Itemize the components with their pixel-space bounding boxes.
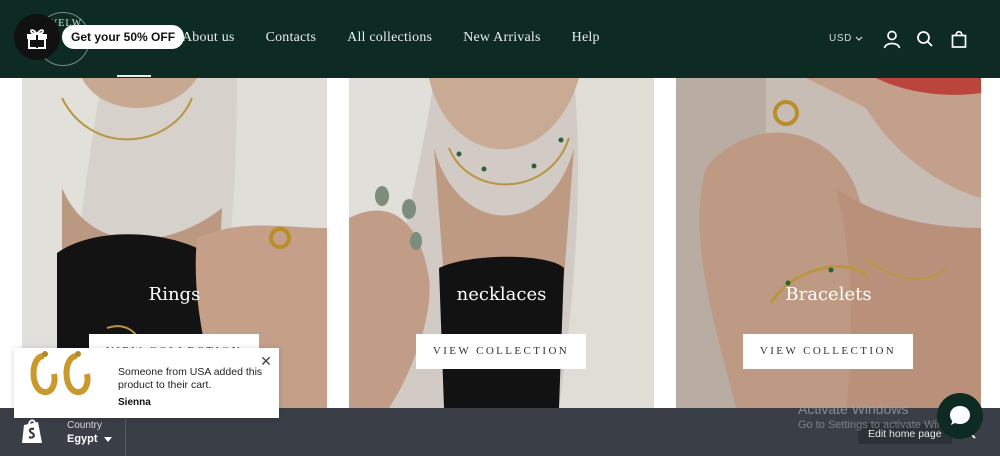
collection-title: Bracelets [785,284,872,305]
nav-help[interactable]: Help [572,30,600,46]
account-icon[interactable] [882,29,902,49]
nav-active-indicator [117,75,151,77]
main-nav: About us Contacts All collections New Ar… [182,30,600,46]
product-thumbnail [22,348,112,418]
chevron-down-icon [855,36,863,41]
collection-card-necklaces[interactable]: necklaces VIEW COLLECTION [349,78,654,408]
popup-message: Someone from USA added this product to t… [118,366,263,391]
nav-about-us[interactable]: About us [182,30,235,46]
activate-windows-title: Activate Windows [798,401,909,417]
view-collection-button[interactable]: VIEW COLLECTION [416,334,586,369]
caret-down-icon [103,436,112,442]
currency-label: USD [829,33,852,44]
search-icon[interactable] [915,29,935,49]
country-label: Country [67,420,103,431]
shopify-logo-icon [22,419,42,443]
collection-card-bracelets[interactable]: Bracelets VIEW COLLECTION [676,78,981,408]
close-icon[interactable]: ✕ [259,354,273,368]
nav-contacts[interactable]: Contacts [266,30,317,46]
promo-pill[interactable]: Get your 50% OFF [62,25,185,49]
collection-title: Rings [148,284,201,305]
collection-title: necklaces [456,284,547,305]
country-value: Egypt [67,433,98,445]
currency-selector[interactable]: USD [829,33,863,44]
chat-button[interactable] [937,393,983,439]
storefront-page: VELW Get your 50% OFF About us Contacts … [0,0,1000,456]
popup-customer-name: Sienna [118,397,151,408]
chat-icon [950,406,970,425]
gift-icon[interactable] [14,14,60,60]
nav-new-arrivals[interactable]: New Arrivals [463,30,540,46]
bag-icon[interactable] [949,29,969,49]
country-selector[interactable]: Egypt [67,433,112,445]
site-header: VELW Get your 50% OFF About us Contacts … [0,0,1000,78]
view-collection-button[interactable]: VIEW COLLECTION [743,334,913,369]
recent-sale-popup[interactable]: Someone from USA added this product to t… [14,348,279,418]
nav-all-collections[interactable]: All collections [347,30,432,46]
